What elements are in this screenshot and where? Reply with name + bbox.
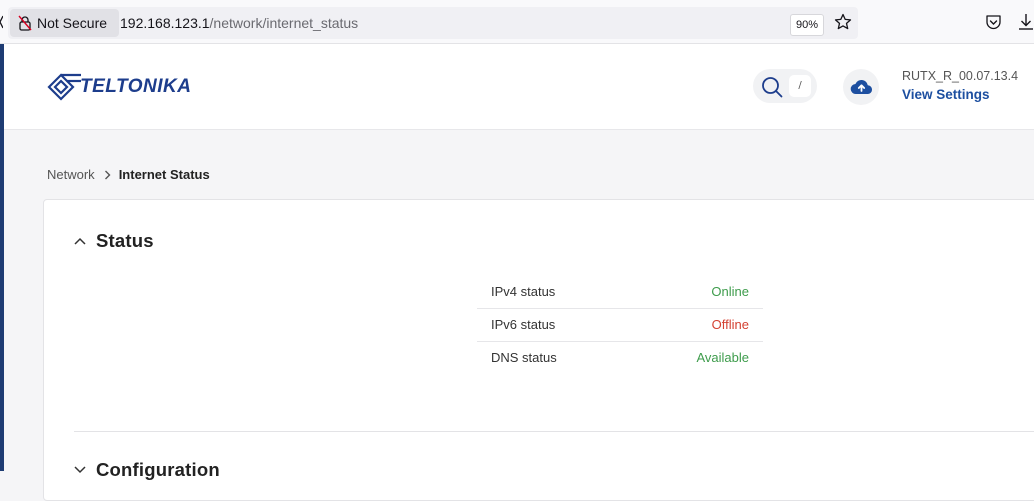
content-card: Status IPv4 status Online IPv6 status Of…	[43, 199, 1034, 501]
zoom-level-badge[interactable]: 90%	[790, 14, 825, 36]
status-label: DNS status	[491, 350, 557, 366]
lock-slash-icon	[18, 15, 32, 31]
address-bar[interactable]: Not Secure 192.168.123.1/network/interne…	[8, 7, 858, 39]
url-text[interactable]: 192.168.123.1/network/internet_status	[120, 15, 358, 31]
chevron-right-icon	[104, 170, 111, 179]
url-host: 192.168.123.1	[120, 15, 210, 31]
breadcrumb: Network Internet Status	[47, 167, 210, 182]
status-table: IPv4 status Online IPv6 status Offline D…	[477, 275, 763, 374]
browser-toolbar: Not Secure 192.168.123.1/network/interne…	[0, 0, 1034, 44]
firmware-version: RUTX_R_00.07.13.4	[902, 69, 1019, 83]
logo-text: TELTONIKA	[80, 76, 192, 97]
breadcrumb-current: Internet Status	[118, 167, 210, 182]
teltonika-logo[interactable]: TELTONIKA	[47, 73, 191, 101]
url-path: /network/internet_status	[209, 15, 359, 31]
search-button[interactable]: /	[753, 69, 817, 103]
search-shortcut-key: /	[789, 75, 811, 97]
app-header: TELTONIKA / RUTX_R_00.07.13.4 View Setti…	[4, 44, 1034, 130]
view-settings-link[interactable]: View Settings	[902, 87, 990, 102]
pocket-icon[interactable]	[985, 14, 1002, 31]
status-value: Offline	[711, 317, 749, 332]
app-frame: TELTONIKA / RUTX_R_00.07.13.4 View Setti…	[0, 44, 1034, 501]
cloud-upload-icon	[850, 79, 873, 95]
chevron-down-icon	[74, 466, 86, 474]
status-label: IPv4 status	[491, 283, 556, 299]
status-section-title: Status	[96, 230, 154, 251]
chevron-up-icon	[74, 237, 86, 245]
download-icon[interactable]	[1018, 12, 1034, 32]
star-icon[interactable]	[834, 13, 852, 31]
logo-mark-icon	[47, 73, 81, 101]
status-value: Online	[711, 283, 749, 299]
back-icon-partial[interactable]	[0, 14, 3, 30]
section-divider	[74, 431, 1034, 432]
security-label: Not Secure	[37, 15, 108, 31]
status-section-toggle[interactable]: Status	[74, 230, 154, 252]
status-row-ipv6: IPv6 status Offline	[477, 308, 763, 341]
status-value: Available	[696, 350, 749, 366]
configuration-section-toggle[interactable]: Configuration	[74, 459, 220, 481]
search-icon	[762, 77, 783, 98]
site-security-button[interactable]: Not Secure	[10, 9, 119, 37]
breadcrumb-network-link[interactable]: Network	[47, 167, 95, 182]
status-row-ipv4: IPv4 status Online	[477, 275, 763, 308]
firmware-upload-button[interactable]	[843, 69, 879, 105]
status-row-dns: DNS status Available	[477, 341, 763, 374]
status-label: IPv6 status	[491, 317, 556, 332]
configuration-section-title: Configuration	[96, 459, 220, 480]
